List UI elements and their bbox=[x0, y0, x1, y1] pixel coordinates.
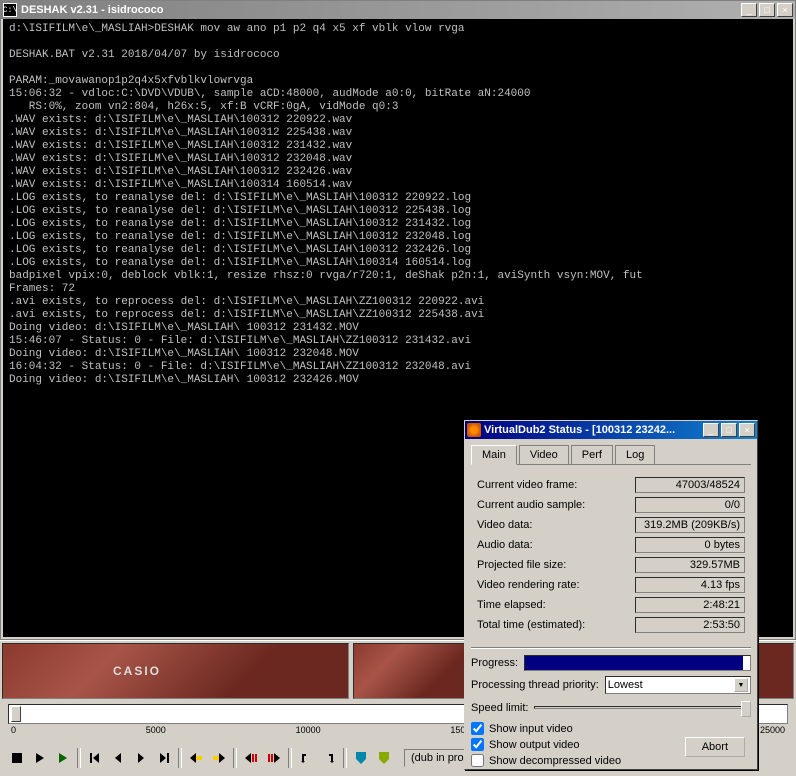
stat-label: Projected file size: bbox=[477, 559, 566, 571]
toolbar-separator bbox=[288, 748, 292, 768]
marker-a-button[interactable] bbox=[350, 747, 372, 769]
checkbox-label: Show output video bbox=[489, 739, 580, 751]
prev-scene-button[interactable] bbox=[240, 747, 262, 769]
stat-row: Time elapsed: 2:48:21 bbox=[477, 597, 745, 613]
console-title: DESHAK v2.31 - isidrococo bbox=[21, 4, 741, 16]
tick-label: 10000 bbox=[296, 725, 321, 735]
play-input-button[interactable] bbox=[29, 747, 51, 769]
tab-perf[interactable]: Perf bbox=[571, 445, 613, 464]
console-titlebar[interactable]: C:\ DESHAK v2.31 - isidrococo _ □ × bbox=[1, 1, 795, 19]
speed-limit-slider[interactable] bbox=[534, 699, 751, 717]
timeline-thumb[interactable] bbox=[11, 706, 21, 722]
toolbar-separator bbox=[178, 748, 182, 768]
checkbox-input[interactable] bbox=[471, 738, 484, 751]
next-scene-button[interactable] bbox=[263, 747, 285, 769]
priority-label: Processing thread priority: bbox=[471, 679, 599, 691]
stat-label: Video rendering rate: bbox=[477, 579, 580, 591]
minimize-button[interactable]: _ bbox=[741, 3, 757, 17]
stat-row: Video rendering rate: 4.13 fps bbox=[477, 577, 745, 593]
mark-out-button[interactable] bbox=[318, 747, 340, 769]
stat-row: Video data: 319.2MB (209KB/s) bbox=[477, 517, 745, 533]
stat-label: Current audio sample: bbox=[477, 499, 585, 511]
progress-bar bbox=[524, 655, 751, 671]
stat-value: 4.13 fps bbox=[635, 577, 745, 593]
stat-value: 329.57MB bbox=[635, 557, 745, 573]
stat-label: Current video frame: bbox=[477, 479, 577, 491]
maximize-button[interactable]: □ bbox=[759, 3, 775, 17]
stat-row: Total time (estimated): 2:53:50 bbox=[477, 617, 745, 633]
dialog-maximize-button[interactable]: □ bbox=[721, 423, 737, 437]
stat-value: 0/0 bbox=[635, 497, 745, 513]
speed-slider-thumb[interactable] bbox=[741, 701, 751, 717]
tab-video[interactable]: Video bbox=[519, 445, 569, 464]
goto-start-button[interactable] bbox=[84, 747, 106, 769]
checkbox-label: Show decompressed video bbox=[489, 755, 621, 767]
stat-label: Video data: bbox=[477, 519, 532, 531]
input-video-frame: CASIO bbox=[2, 643, 349, 699]
stat-row: Projected file size: 329.57MB bbox=[477, 557, 745, 573]
stat-label: Time elapsed: bbox=[477, 599, 546, 611]
tab-main[interactable]: Main bbox=[471, 445, 517, 465]
toolbar-separator bbox=[343, 748, 347, 768]
stat-value: 2:48:21 bbox=[635, 597, 745, 613]
stats-grid: Current video frame: 47003/48524 Current a… bbox=[471, 473, 751, 641]
stat-row: Audio data: 0 bytes bbox=[477, 537, 745, 553]
priority-value: Lowest bbox=[608, 679, 643, 691]
brand-text: CASIO bbox=[113, 664, 161, 678]
stat-value: 0 bytes bbox=[635, 537, 745, 553]
virtualdub-status-dialog: VirtualDub2 Status - [100312 23242... _ … bbox=[464, 420, 758, 770]
abort-button[interactable]: Abort bbox=[685, 737, 745, 757]
console-icon: C:\ bbox=[3, 3, 17, 17]
toolbar-separator bbox=[233, 748, 237, 768]
divider bbox=[471, 647, 751, 649]
toolbar-separator bbox=[77, 748, 81, 768]
tick-label: 25000 bbox=[760, 725, 785, 735]
step-back-button[interactable] bbox=[107, 747, 129, 769]
prev-keyframe-button[interactable] bbox=[185, 747, 207, 769]
goto-end-button[interactable] bbox=[153, 747, 175, 769]
stat-label: Audio data: bbox=[477, 539, 533, 551]
dialog-close-button[interactable]: × bbox=[739, 423, 755, 437]
tab-log[interactable]: Log bbox=[615, 445, 655, 464]
stat-row: Current audio sample: 0/0 bbox=[477, 497, 745, 513]
dialog-titlebar[interactable]: VirtualDub2 Status - [100312 23242... _ … bbox=[465, 421, 757, 439]
progress-fill bbox=[525, 656, 743, 670]
speed-limit-label: Speed limit: bbox=[471, 702, 528, 714]
close-button[interactable]: × bbox=[777, 3, 793, 17]
tick-label: 5000 bbox=[146, 725, 166, 735]
output-video-frame bbox=[353, 643, 472, 699]
stat-label: Total time (estimated): bbox=[477, 619, 585, 631]
stat-row: Current video frame: 47003/48524 bbox=[477, 477, 745, 493]
dialog-title: VirtualDub2 Status - [100312 23242... bbox=[484, 424, 703, 436]
dialog-minimize-button[interactable]: _ bbox=[703, 423, 719, 437]
progress-label: Progress: bbox=[471, 657, 518, 669]
tick-label: 0 bbox=[11, 725, 16, 735]
next-keyframe-button[interactable] bbox=[208, 747, 230, 769]
dropdown-arrow-icon: ▼ bbox=[734, 678, 748, 692]
priority-dropdown[interactable]: Lowest ▼ bbox=[605, 676, 751, 694]
stop-button[interactable] bbox=[6, 747, 28, 769]
step-forward-button[interactable] bbox=[130, 747, 152, 769]
dialog-tabs: MainVideoPerfLog bbox=[471, 445, 751, 465]
checkbox-input[interactable] bbox=[471, 722, 484, 735]
play-output-button[interactable] bbox=[52, 747, 74, 769]
mark-in-button[interactable] bbox=[295, 747, 317, 769]
stat-value: 319.2MB (209KB/s) bbox=[635, 517, 745, 533]
virtualdub-icon bbox=[467, 423, 481, 437]
checkbox-label: Show input video bbox=[489, 723, 573, 735]
checkbox-input[interactable] bbox=[471, 754, 484, 767]
checkbox-show-input-video[interactable]: Show input video bbox=[471, 722, 751, 735]
marker-b-button[interactable] bbox=[373, 747, 395, 769]
stat-value: 47003/48524 bbox=[635, 477, 745, 493]
stat-value: 2:53:50 bbox=[635, 617, 745, 633]
